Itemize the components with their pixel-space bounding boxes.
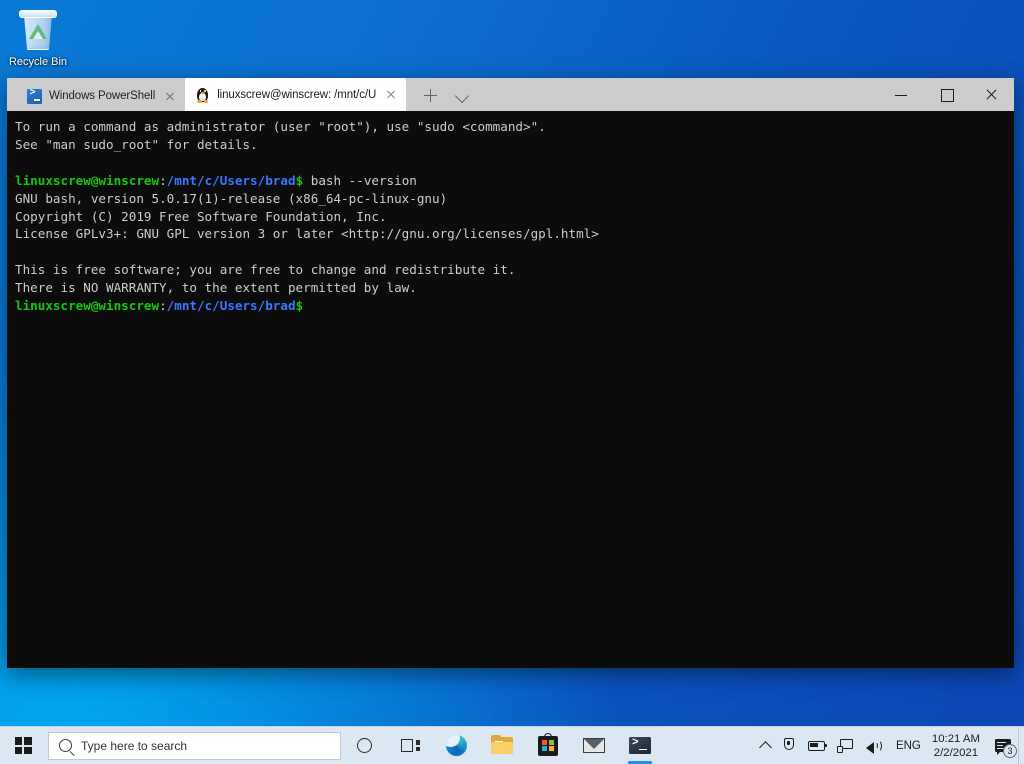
clock-time: 10:21 AM [932,732,980,746]
taskbar-button-store[interactable] [525,727,571,764]
tab-label: Windows PowerShell [49,90,155,102]
search-icon [59,739,72,752]
battery-icon [808,741,825,751]
file-explorer-icon [491,737,513,754]
windows-terminal-window: Windows PowerShell linuxscrew@winscrew: … [7,78,1014,668]
prompt-path: /mnt/c/Users/brad [167,173,296,188]
prompt-user-host: linuxscrew@winscrew [15,298,159,313]
tab-actions [406,78,478,111]
volume-icon [866,739,883,753]
clock-date: 2/2/2021 [934,746,978,760]
notification-badge: 3 [1003,744,1017,758]
terminal-output[interactable]: To run a command as administrator (user … [7,111,1014,668]
terminal-output-line: GNU bash, version 5.0.17(1)-release (x86… [15,190,1006,208]
powershell-icon [629,737,651,754]
maximize-button[interactable] [924,78,969,111]
tray-language-indicator[interactable]: ENG [889,740,928,752]
tab-strip: Windows PowerShell linuxscrew@winscrew: … [7,78,406,111]
window-titlebar[interactable]: Windows PowerShell linuxscrew@winscrew: … [7,78,1014,111]
terminal-output-line: This is free software; you are free to c… [15,261,1006,279]
terminal-output-line [15,154,1006,172]
tab-label: linuxscrew@winscrew: /mnt/c/U [217,89,376,101]
taskbar-button-mail[interactable] [571,727,617,764]
prompt-separator: : [159,298,167,313]
terminal-output-line: To run a command as administrator (user … [15,118,1006,136]
chevron-up-icon [759,741,772,754]
terminal-prompt-line: linuxscrew@winscrew:/mnt/c/Users/brad$ [15,297,1006,315]
cortana-icon [357,738,372,753]
terminal-output-line: See "man sudo_root" for details. [15,136,1006,154]
prompt-path: /mnt/c/Users/brad [167,298,296,313]
start-button[interactable] [0,727,46,764]
close-icon[interactable] [162,88,178,104]
prompt-symbol: $ [296,298,304,313]
taskbar-button-cortana[interactable] [341,727,387,764]
recycle-bin-icon [18,8,58,52]
close-icon[interactable] [383,87,399,103]
tab-wsl[interactable]: linuxscrew@winscrew: /mnt/c/U [185,78,406,111]
tray-item-volume[interactable] [860,727,889,764]
tray-item-network[interactable] [831,727,860,764]
prompt-separator: : [159,173,167,188]
edge-icon [446,735,467,756]
taskbar-button-terminal[interactable] [617,727,663,764]
taskbar-button-edge[interactable] [433,727,479,764]
terminal-output-line: There is NO WARRANTY, to the extent perm… [15,279,1006,297]
desktop-icon-recycle-bin[interactable]: Recycle Bin [6,6,70,69]
terminal-output-line [15,243,1006,261]
terminal-output-line: License GPLv3+: GNU GPL version 3 or lat… [15,225,1006,243]
prompt-user-host: linuxscrew@winscrew [15,173,159,188]
show-desktop-button[interactable] [1018,727,1024,764]
taskbar-button-taskview[interactable] [387,727,433,764]
powershell-icon [27,89,42,104]
search-input[interactable]: Type here to search [48,732,341,760]
action-center-button[interactable]: 3 [988,727,1018,764]
terminal-output-line: Copyright (C) 2019 Free Software Foundat… [15,208,1006,226]
network-icon [837,739,854,753]
desktop-icon-label: Recycle Bin [6,56,70,69]
security-icon [782,738,796,753]
tray-overflow-button[interactable] [755,727,776,764]
windows-logo-icon [15,737,32,754]
search-placeholder: Type here to search [81,739,187,753]
tray-item-security[interactable] [776,727,802,764]
system-tray: ENG 10:21 AM 2/2/2021 3 [755,727,1024,764]
desktop: Recycle Bin Windows PowerShell [0,0,1024,764]
task-view-icon [401,738,420,753]
tab-powershell[interactable]: Windows PowerShell [17,81,185,111]
minimize-button[interactable] [879,78,924,111]
close-button[interactable] [969,78,1014,111]
taskbar-clock[interactable]: 10:21 AM 2/2/2021 [928,732,988,760]
prompt-command: bash --version [303,173,417,188]
mail-icon [583,738,605,753]
window-controls [879,78,1014,111]
taskbar-button-explorer[interactable] [479,727,525,764]
chevron-down-icon[interactable] [446,80,478,110]
terminal-prompt-line: linuxscrew@winscrew:/mnt/c/Users/brad$ b… [15,172,1006,190]
new-tab-button[interactable] [414,80,446,110]
tux-icon [195,87,210,103]
taskbar: Type here to search [0,726,1024,764]
microsoft-store-icon [538,736,558,756]
tray-item-battery[interactable] [802,727,831,764]
